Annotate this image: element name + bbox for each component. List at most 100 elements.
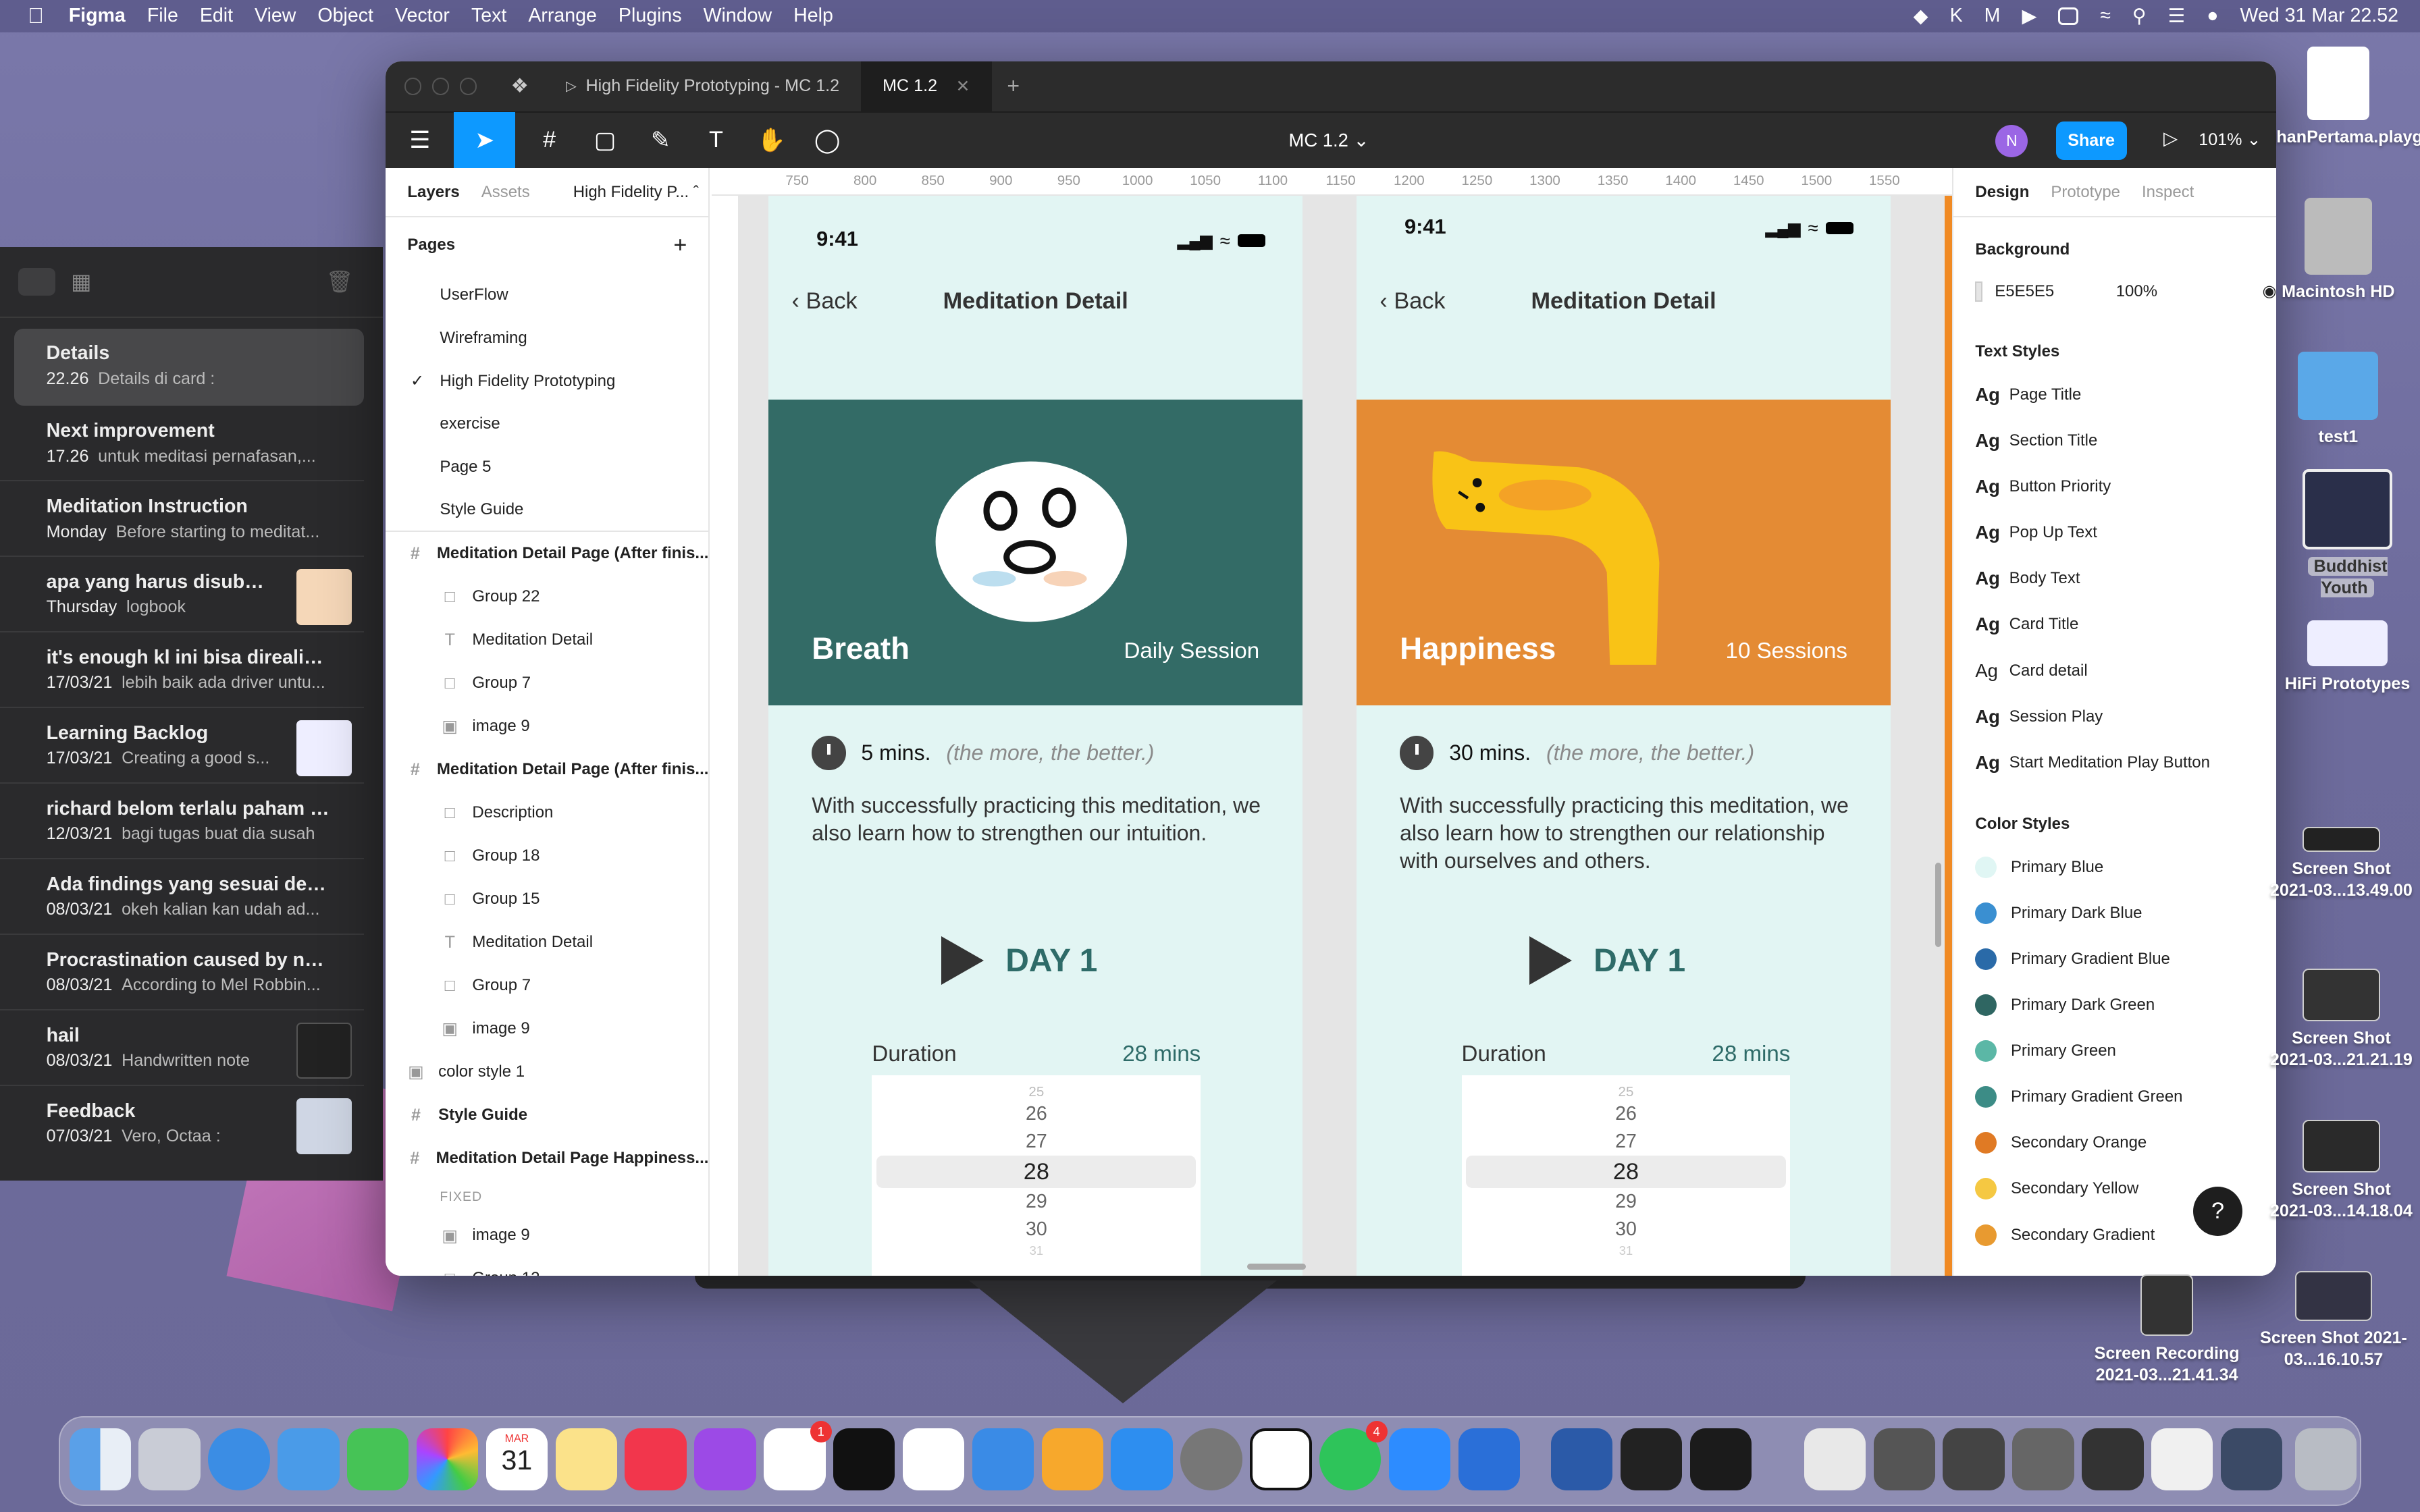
note-item[interactable]: Ada findings yang sesuai deng... 08/03/2…: [0, 859, 365, 935]
numbers-icon[interactable]: [902, 1428, 965, 1490]
dropbox-icon[interactable]: ◆: [1914, 4, 1928, 28]
zoom-icon[interactable]: [1388, 1428, 1451, 1490]
layer-image[interactable]: ▣ color style 1: [386, 1050, 708, 1094]
text-style-item[interactable]: Ag Page Title: [1953, 372, 2276, 418]
menu-file[interactable]: File: [147, 5, 178, 27]
tab-inspect[interactable]: Inspect: [2142, 183, 2194, 202]
note-item[interactable]: Feedback 07/03/21 Vero, Octaa :: [0, 1086, 364, 1162]
layer-frame[interactable]: # Style Guide: [386, 1094, 708, 1137]
battery-icon[interactable]: [2058, 7, 2079, 25]
layer-image[interactable]: ▣ image 9: [386, 705, 708, 748]
menu-arrange[interactable]: Arrange: [528, 5, 597, 27]
page-item[interactable]: Style Guide: [386, 489, 709, 533]
podcasts-icon[interactable]: [694, 1428, 756, 1490]
picker-option[interactable]: 26: [872, 1100, 1201, 1128]
text-style-item[interactable]: Ag Pop Up Text: [1953, 510, 2276, 556]
trash-icon[interactable]: 🗑: [326, 269, 354, 294]
desktop-icon-screen-recording[interactable]: Screen Recording 2021-03...21.41.34: [2086, 1274, 2247, 1386]
layer-image[interactable]: ▣ image 9: [386, 1007, 708, 1050]
tab-design[interactable]: Design: [1975, 183, 2029, 202]
figma-icon[interactable]: [1620, 1428, 1683, 1490]
kite-icon[interactable]: K: [1950, 5, 1963, 27]
zoom-window-button[interactable]: [460, 78, 477, 95]
color-style-item[interactable]: Primary Blue: [1953, 844, 2276, 890]
minimize-window-button[interactable]: [431, 78, 450, 95]
pen-tool-icon[interactable]: ✎: [639, 112, 682, 169]
color-style-item[interactable]: Primary Green: [1953, 1028, 2276, 1074]
color-style-item[interactable]: Primary Dark Blue: [1953, 890, 2276, 936]
phone-frame-happiness[interactable]: 9:41 ▂▄▆ ≈ ‹ Back Meditation Detail Happ…: [1357, 196, 1891, 1276]
layer-text[interactable]: T Meditation Detail: [386, 921, 708, 964]
desktop-icon-test1[interactable]: test1: [2276, 352, 2400, 448]
figma-logo-icon[interactable]: ❖: [511, 74, 529, 98]
desktop-icon-playground[interactable]: hanPertama.playground: [2276, 46, 2420, 148]
picker-option-selected[interactable]: 28: [1466, 1155, 1786, 1188]
page-selector[interactable]: High Fidelity P... ˆ: [573, 183, 699, 202]
note-item[interactable]: Procrastination caused by neg... 08/03/2…: [0, 935, 365, 1010]
color-style-item[interactable]: Primary Gradient Green: [1953, 1074, 2276, 1120]
reminders-icon[interactable]: 1: [764, 1420, 832, 1490]
trash-icon[interactable]: [2294, 1428, 2357, 1490]
recent-document-icon[interactable]: [2082, 1428, 2144, 1490]
tab-prototype[interactable]: Prototype: [2051, 183, 2120, 202]
note-item[interactable]: Learning Backlog 17/03/21 Creating a good…: [0, 708, 365, 784]
meditation-card[interactable]: Happiness 10 Sessions: [1357, 399, 1891, 705]
avatar[interactable]: N: [1995, 124, 2028, 157]
layer-frame[interactable]: # Meditation Detail Page (After finis...: [386, 748, 709, 791]
list-view-icon[interactable]: [18, 267, 56, 296]
start-day-button[interactable]: DAY 1: [941, 936, 1097, 986]
menu-help[interactable]: Help: [793, 5, 833, 27]
note-item[interactable]: Meditation Instruction Monday Before star…: [0, 481, 365, 558]
note-item[interactable]: it's enough kl ini bisa direalisa... 17/…: [0, 632, 365, 709]
desktop-icon-screenshot[interactable]: Screen Shot 2021-03...21.21.19: [2269, 969, 2414, 1071]
background-fill[interactable]: E5E5E5 100% ◉: [1953, 270, 2276, 313]
text-style-item[interactable]: Ag Section Title: [1953, 418, 2276, 464]
media-icon[interactable]: ▶: [2022, 4, 2036, 28]
desktop-icon-macintosh-hd[interactable]: Macintosh HD: [2276, 197, 2400, 302]
picker-option[interactable]: 31: [1462, 1243, 1791, 1259]
picker-option[interactable]: 25: [872, 1081, 1201, 1100]
desktop-icon-screenshot[interactable]: Screen Shot 2021-03...16.10.57: [2253, 1271, 2414, 1370]
layer-frame[interactable]: # Meditation Detail Page Happiness...: [386, 1137, 708, 1180]
picker-option[interactable]: 31: [872, 1243, 1201, 1259]
picker-option-selected[interactable]: 28: [876, 1155, 1196, 1188]
system-preferences-icon[interactable]: [1180, 1428, 1242, 1490]
picker-option[interactable]: 30: [1462, 1216, 1791, 1243]
text-style-item[interactable]: Ag Body Text: [1953, 556, 2276, 601]
vertical-scrollbar[interactable]: [1935, 862, 1942, 948]
wifi-icon[interactable]: ≈: [2100, 5, 2111, 27]
pages-icon[interactable]: [1041, 1428, 1103, 1490]
menu-window[interactable]: Window: [704, 5, 772, 27]
desktop-icon-buddhist-youth[interactable]: Buddhist Youth: [2281, 468, 2414, 599]
menu-vector[interactable]: Vector: [395, 5, 450, 27]
eye-icon[interactable]: ◉: [2262, 281, 2276, 301]
safari-icon[interactable]: [208, 1428, 270, 1490]
text-style-item[interactable]: Ag Session Play: [1953, 694, 2276, 740]
layer-frame[interactable]: # Meditation Detail Page (After finis...: [386, 532, 709, 575]
recent-document-icon[interactable]: [1873, 1428, 1935, 1490]
phone-frame-breath[interactable]: 9:41 ▂▄▆ ≈ ‹ Back Meditation Detail Brea…: [768, 196, 1303, 1276]
background-swatch[interactable]: [1975, 281, 1982, 302]
close-tab-icon[interactable]: ✕: [956, 76, 970, 97]
layer-text[interactable]: T Meditation Detail: [386, 618, 708, 662]
main-menu-icon[interactable]: ☰: [398, 112, 442, 169]
comment-tool-icon[interactable]: ◯: [806, 112, 849, 169]
mail-icon[interactable]: [278, 1428, 340, 1490]
dock-app-icon[interactable]: [1689, 1428, 1752, 1490]
xcode-icon[interactable]: [1458, 1428, 1521, 1490]
background-hex[interactable]: E5E5E5: [1995, 282, 2054, 301]
picker-option[interactable]: 29: [1462, 1188, 1791, 1216]
note-item[interactable]: hail 08/03/21 Handwritten note: [0, 1010, 365, 1086]
picker-option[interactable]: 29: [872, 1188, 1201, 1216]
text-style-item[interactable]: Ag Card Title: [1953, 601, 2276, 647]
start-day-button[interactable]: DAY 1: [1529, 936, 1685, 986]
layer-group[interactable]: □ Description: [386, 791, 708, 834]
shape-tool-icon[interactable]: ▢: [583, 112, 627, 169]
hand-tool-icon[interactable]: ✋: [750, 112, 793, 169]
share-button[interactable]: Share: [2055, 122, 2127, 161]
recent-document-icon[interactable]: [1943, 1428, 2005, 1490]
note-item[interactable]: richard belom terlalu paham k... 12/03/2…: [0, 784, 365, 860]
music-icon[interactable]: [625, 1428, 687, 1490]
text-tool-icon[interactable]: T: [694, 112, 737, 169]
control-center-icon[interactable]: ☰: [2168, 4, 2186, 28]
